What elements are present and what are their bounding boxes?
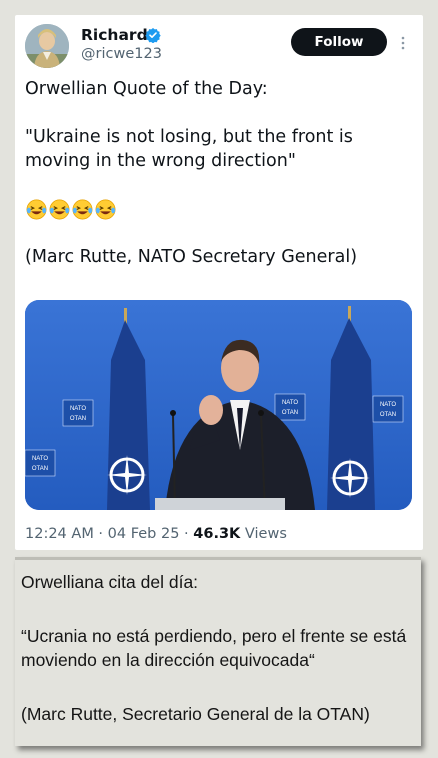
svg-text:NATO: NATO	[70, 406, 86, 412]
svg-text:OTAN: OTAN	[380, 412, 396, 418]
more-vertical-icon[interactable]	[399, 36, 407, 50]
podium	[155, 498, 285, 510]
tweet-time[interactable]: 12:24 AM	[25, 526, 94, 542]
user-handle[interactable]: @ricwe123	[81, 46, 162, 62]
follow-button[interactable]: Follow	[291, 28, 387, 56]
translation-quote: “Ucrania no está perdiendo, pero el fren…	[21, 626, 407, 670]
translation-attribution: (Marc Rutte, Secretario General de la OT…	[21, 704, 370, 724]
tweet-text-attribution: (Marc Rutte, NATO Secretary General)	[25, 247, 358, 267]
meta-separator: ·	[179, 526, 194, 542]
svg-text:NATO: NATO	[380, 402, 396, 408]
nato-sign: NATO OTAN	[25, 449, 56, 477]
svg-text:OTAN: OTAN	[70, 416, 86, 422]
svg-text:OTAN: OTAN	[32, 466, 48, 472]
tweet-date[interactable]: 04 Feb 25	[108, 526, 180, 542]
laughing-tears-emoji-icon	[49, 199, 70, 219]
tweet-card: Richard @ricwe123 Follow Orwellian Quote…	[15, 15, 423, 550]
svg-text:NATO: NATO	[282, 400, 298, 406]
meta-separator: ·	[93, 526, 108, 542]
tweet-text-quote: "Ukraine is not losing, but the front is…	[25, 127, 353, 171]
verified-badge-icon	[145, 28, 161, 43]
tweet-meta: 12:24 AM · 04 Feb 25 · 46.3K Views	[25, 526, 287, 542]
tweet-photo[interactable]: NATO OTAN NATO OTAN NATO OTAN NATO OTAN	[25, 300, 412, 510]
display-name[interactable]: Richard	[81, 26, 148, 44]
portrait-avatar-icon	[25, 24, 69, 68]
translation-box: Orwelliana cita del día: “Ucrania no est…	[15, 557, 421, 746]
tweet-text: Orwellian Quote of the Day: "Ukraine is …	[25, 77, 405, 269]
emoji-row	[25, 197, 405, 221]
nato-sign: NATO OTAN	[62, 399, 94, 427]
laughing-tears-emoji-icon	[26, 199, 47, 219]
views-count: 46.3K	[193, 526, 241, 542]
svg-text:NATO: NATO	[32, 456, 48, 462]
nato-sign: NATO OTAN	[274, 393, 306, 421]
tweet-text-line-1: Orwellian Quote of the Day:	[25, 79, 268, 99]
laughing-tears-emoji-icon	[95, 199, 116, 219]
translation-line-1: Orwelliana cita del día:	[21, 572, 199, 592]
nato-sign: NATO OTAN	[372, 395, 404, 423]
press-conference-image: NATO OTAN NATO OTAN NATO OTAN NATO OTAN	[25, 300, 412, 510]
avatar[interactable]	[25, 24, 69, 68]
laughing-tears-emoji-icon	[72, 199, 93, 219]
svg-text:OTAN: OTAN	[282, 410, 298, 416]
views-label: Views	[240, 526, 287, 542]
